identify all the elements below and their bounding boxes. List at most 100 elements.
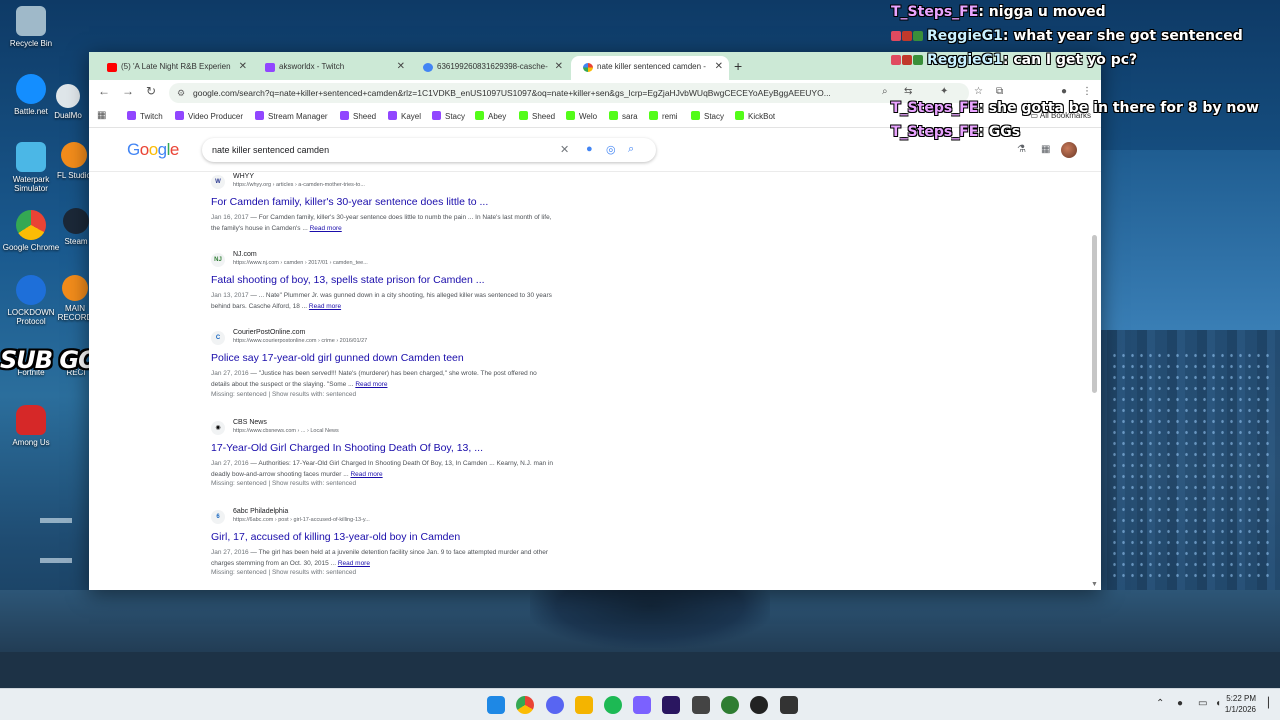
translate-icon[interactable]: ⇆ xyxy=(904,86,912,97)
desktop-minimized-bar xyxy=(40,518,72,523)
result-title-link[interactable]: For Camden family, killer's 30-year sent… xyxy=(211,196,488,208)
read-more-link[interactable]: Read more xyxy=(355,381,387,388)
google-icon xyxy=(423,63,433,72)
lockdown-icon xyxy=(16,275,46,305)
result-url[interactable]: https://www.nj.com › camden › 2017/01 › … xyxy=(233,260,368,266)
result-url[interactable]: https://6abc.com › post › girl-17-accuse… xyxy=(233,517,370,523)
search-input[interactable] xyxy=(212,138,552,162)
obs-icon[interactable] xyxy=(750,696,768,714)
network-icon[interactable]: ▭ xyxy=(1198,698,1207,709)
clear-icon[interactable]: ✕ xyxy=(560,143,569,156)
discord-icon[interactable] xyxy=(546,696,564,714)
chrome-icon[interactable] xyxy=(516,696,534,714)
missing-terms[interactable]: Missing: sentenced | Show results with: … xyxy=(211,391,356,398)
forward-icon[interactable]: → xyxy=(119,84,137,98)
result-title-link[interactable]: 17-Year-Old Girl Charged In Shooting Dea… xyxy=(211,442,483,454)
tray-chevron-icon[interactable]: ⌃ xyxy=(1156,698,1164,709)
file-explorer-icon[interactable] xyxy=(575,696,593,714)
apps-grid-icon[interactable]: ▦ xyxy=(1041,144,1050,155)
result-url[interactable]: https://whyy.org › articles › a-camden-m… xyxy=(233,182,365,188)
notification-icon[interactable]: ▏ xyxy=(1268,698,1276,709)
level-badge-icon xyxy=(913,31,923,41)
volume-icon[interactable]: ◖ xyxy=(1215,698,1221,709)
more-menu-icon[interactable]: ⋮ xyxy=(1082,86,1092,97)
read-more-link[interactable]: Read more xyxy=(310,225,342,232)
game-icon[interactable] xyxy=(721,696,739,714)
avatar[interactable] xyxy=(1061,142,1077,158)
profile-avatar-icon[interactable]: ● xyxy=(1061,86,1067,97)
bookmark-item[interactable]: Stacy xyxy=(432,111,465,121)
tab-youtube[interactable]: (5) 'A Late Night R&B Experien ✕ xyxy=(95,56,253,80)
desktop-icon-label: Google Chrome xyxy=(2,243,60,252)
tab-label: 636199260831629398-casche- xyxy=(437,62,548,71)
read-more-link[interactable]: Read more xyxy=(338,560,370,567)
apps-grid-icon[interactable]: ▦ xyxy=(97,110,106,121)
reload-icon[interactable]: ↻ xyxy=(142,84,160,98)
page-scrollbar[interactable]: ▼ xyxy=(1091,173,1099,588)
result-url[interactable]: https://www.cbsnews.com › ... › Local Ne… xyxy=(233,428,339,434)
desktop-icon-lockdown[interactable]: LOCKDOWN Protocol xyxy=(0,275,62,326)
new-tab-button[interactable]: + xyxy=(734,56,742,76)
address-bar[interactable]: ⚙ google.com/search?q=nate+killer+senten… xyxy=(169,83,969,103)
result-url[interactable]: https://www.courierpostonline.com › crim… xyxy=(233,338,367,344)
wallpaper-figure xyxy=(530,588,770,648)
scroll-thumb[interactable] xyxy=(1092,235,1097,393)
app-icon[interactable] xyxy=(692,696,710,714)
clock-time: 5:22 PM xyxy=(1226,694,1256,703)
bookmark-item[interactable]: Stacy xyxy=(691,111,724,121)
tab-image[interactable]: 636199260831629398-casche- ✕ xyxy=(411,56,569,80)
chat-username: T_Steps_FE xyxy=(891,124,979,140)
camera-icon[interactable]: ◎ xyxy=(606,143,616,156)
tab-google-search[interactable]: nate killer sentenced camden - ✕ xyxy=(571,56,729,80)
desktop-icon-recycle-bin[interactable]: Recycle Bin xyxy=(0,6,62,48)
read-more-link[interactable]: Read more xyxy=(350,471,382,478)
system-clock[interactable]: 5:22 PM 1/1/2026 xyxy=(1225,693,1256,715)
bookmark-item[interactable]: remi xyxy=(649,111,678,121)
bookmark-item[interactable]: Sheed xyxy=(519,111,555,121)
search-icon[interactable]: ⌕ xyxy=(882,86,888,97)
close-icon[interactable]: ✕ xyxy=(715,56,723,78)
result-title-link[interactable]: Police say 17-year-old girl gunned down … xyxy=(211,352,464,364)
microphone-icon[interactable]: ● xyxy=(586,143,593,155)
windows-start-icon[interactable] xyxy=(487,696,505,714)
google-logo[interactable]: Google xyxy=(127,140,179,160)
desktop-icon-dualmo[interactable]: DualMo xyxy=(44,84,92,120)
tab-twitch[interactable]: aksworldx - Twitch ✕ xyxy=(253,56,411,80)
bookmark-item[interactable]: Stream Manager xyxy=(255,111,328,121)
missing-terms[interactable]: Missing: sentenced | Show results with: … xyxy=(211,569,356,576)
desktop-icon-chrome[interactable]: Google Chrome xyxy=(0,210,62,252)
heart-badge-icon xyxy=(891,55,901,65)
result-title-link[interactable]: Girl, 17, accused of killing 13-year-old… xyxy=(211,531,460,543)
copilot-icon[interactable] xyxy=(633,696,651,714)
extensions-icon[interactable]: ⧉ xyxy=(996,86,1003,97)
result-snippet: Jan 13, 2017 — ... Nate" Plummer Jr. was… xyxy=(211,292,552,310)
bookmark-star-icon[interactable]: ☆ xyxy=(974,86,983,97)
close-icon[interactable]: ✕ xyxy=(397,56,405,78)
kick-icon xyxy=(691,111,700,120)
close-icon[interactable]: ✕ xyxy=(239,56,247,78)
bookmark-item[interactable]: Twitch xyxy=(127,111,163,121)
back-icon[interactable]: ← xyxy=(95,84,113,98)
desktop-icon-among-us[interactable]: Among Us xyxy=(0,405,62,447)
labs-icon[interactable]: ⚗ xyxy=(1017,144,1026,155)
bookmark-item[interactable]: Sheed xyxy=(340,111,376,121)
microphone-icon[interactable]: ● xyxy=(1177,698,1183,709)
scroll-down-icon[interactable]: ▼ xyxy=(1091,581,1098,588)
read-more-link[interactable]: Read more xyxy=(309,303,341,310)
missing-terms[interactable]: Missing: sentenced | Show results with: … xyxy=(211,480,356,487)
bookmark-item[interactable]: Video Producer xyxy=(175,111,243,121)
result-title-link[interactable]: Fatal shooting of boy, 13, spells state … xyxy=(211,274,485,286)
search-icon[interactable]: ⌕ xyxy=(628,143,634,156)
close-icon[interactable]: ✕ xyxy=(555,56,563,78)
bookmark-item[interactable]: Welo xyxy=(566,111,597,121)
extension-icon[interactable]: ✦ xyxy=(940,86,948,97)
bookmark-item[interactable]: Abey xyxy=(475,111,506,121)
site-favicon: ◉ xyxy=(211,421,225,435)
premiere-icon[interactable] xyxy=(662,696,680,714)
spotify-icon[interactable] xyxy=(604,696,622,714)
bookmark-item[interactable]: KickBot xyxy=(735,111,775,121)
bookmark-item[interactable]: sara xyxy=(609,111,638,121)
chat-badges xyxy=(891,52,924,68)
bookmark-item[interactable]: Kayel xyxy=(388,111,421,121)
app2-icon[interactable] xyxy=(780,696,798,714)
